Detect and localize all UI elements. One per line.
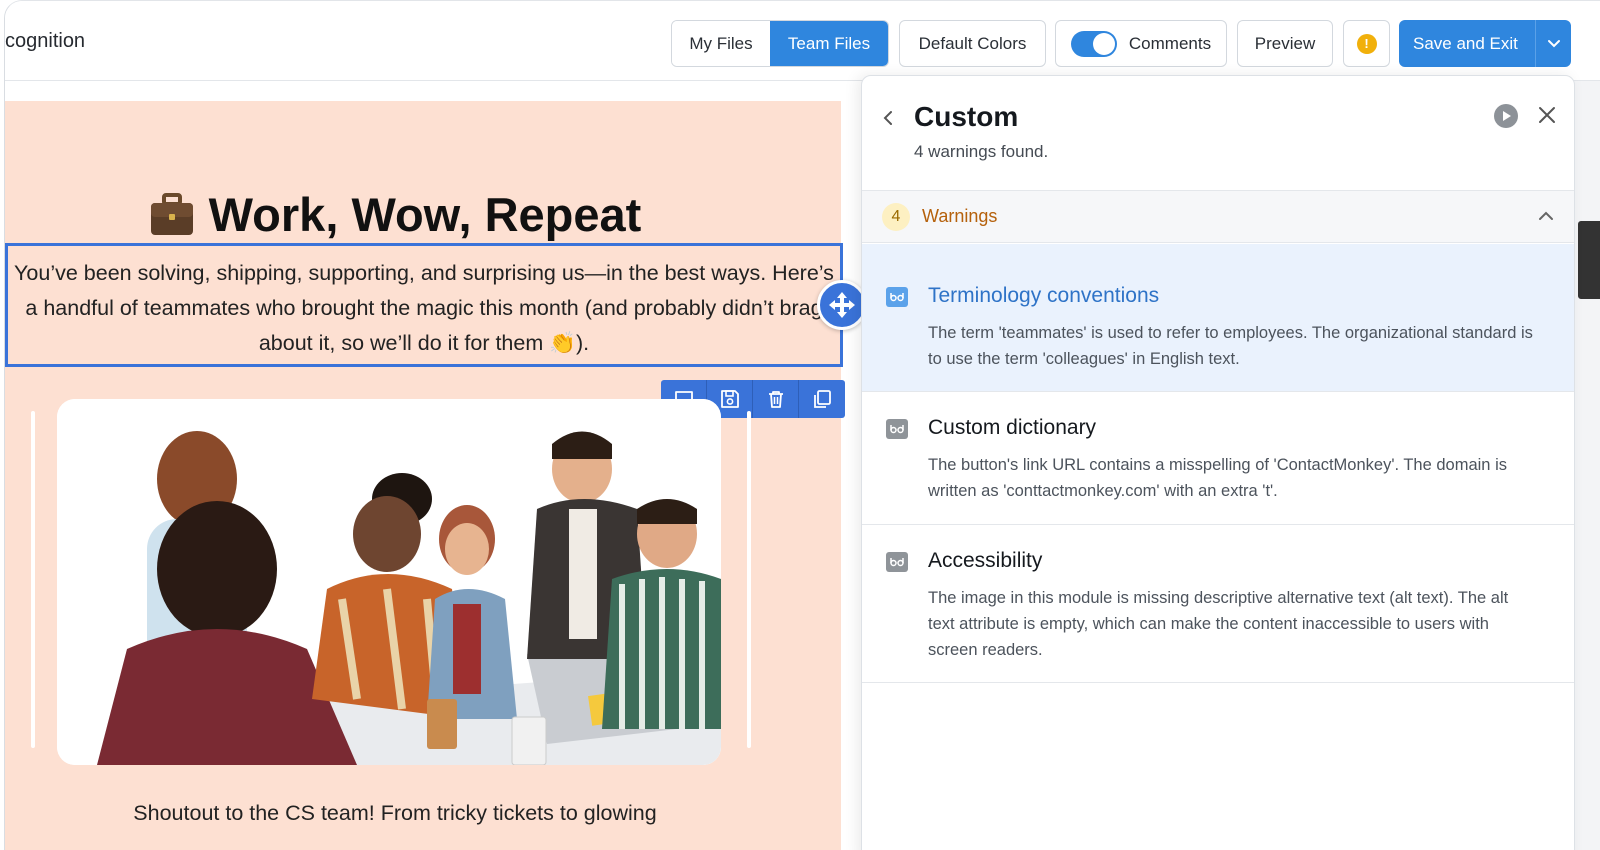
move-handle-icon[interactable] bbox=[817, 280, 867, 330]
body-text: You’ve been solving, shipping, supportin… bbox=[14, 261, 834, 355]
warning-title: Custom dictionary bbox=[928, 416, 1097, 439]
chevron-left-icon[interactable] bbox=[882, 109, 894, 132]
warning-description: The image in this module is missing desc… bbox=[928, 589, 1509, 659]
alert-icon: ! bbox=[1356, 33, 1377, 54]
chevron-down-icon[interactable] bbox=[1536, 39, 1571, 49]
preview-button[interactable]: Preview bbox=[1237, 20, 1333, 67]
duplicate-icon[interactable] bbox=[799, 380, 845, 418]
warning-item-accessibility[interactable]: Accessibility The image in this module i… bbox=[862, 525, 1574, 683]
email-canvas: Work, Wow, Repeat You’ve been solving, s… bbox=[5, 101, 867, 850]
warning-title: Accessibility bbox=[928, 549, 1043, 572]
save-and-exit-label: Save and Exit bbox=[1413, 33, 1518, 53]
team-files-tab[interactable]: Team Files bbox=[770, 21, 888, 66]
email-caption[interactable]: Shoutout to the CS team! From tricky tic… bbox=[5, 801, 785, 826]
comments-toggle-switch[interactable] bbox=[1070, 30, 1117, 57]
team-photo-illustration bbox=[57, 399, 721, 765]
spell-check-icon bbox=[886, 419, 908, 439]
image-column-right-rail bbox=[747, 411, 751, 748]
panel-title: Custom bbox=[914, 101, 1019, 132]
warning-description: The button's link URL contains a misspel… bbox=[928, 456, 1507, 500]
spell-check-icon bbox=[886, 287, 908, 307]
warnings-panel: Custom 4 warnings found. 4 Warnings Term… bbox=[861, 75, 1575, 850]
selected-text-block[interactable]: You’ve been solving, shipping, supportin… bbox=[5, 243, 843, 367]
warning-title: Terminology conventions bbox=[928, 284, 1160, 307]
comments-label: Comments bbox=[1128, 33, 1212, 53]
top-bar: cognition My Files Team Files Default Co… bbox=[5, 1, 1600, 81]
image-column-left-rail bbox=[31, 411, 35, 748]
email-headline[interactable]: Work, Wow, Repeat bbox=[5, 187, 785, 248]
default-colors-button[interactable]: Default Colors bbox=[899, 20, 1046, 67]
warnings-section-label: Warnings bbox=[922, 206, 998, 226]
warning-item-terminology[interactable]: Terminology conventions The term 'teamma… bbox=[862, 244, 1574, 392]
warnings-count-badge: 4 bbox=[882, 202, 910, 231]
briefcase-icon bbox=[149, 193, 195, 248]
headline-text: Work, Wow, Repeat bbox=[208, 188, 642, 241]
team-photo[interactable] bbox=[57, 399, 721, 765]
chevron-up-icon[interactable] bbox=[1538, 209, 1554, 227]
close-icon[interactable] bbox=[1536, 104, 1558, 131]
play-icon[interactable] bbox=[1493, 103, 1519, 134]
alert-button[interactable]: ! bbox=[1343, 20, 1390, 67]
comments-toggle-button[interactable]: Comments bbox=[1055, 20, 1227, 67]
warning-item-custom-dictionary[interactable]: Custom dictionary The button's link URL … bbox=[862, 392, 1574, 525]
spell-check-icon bbox=[886, 552, 908, 572]
scrollbar-thumb[interactable] bbox=[1578, 221, 1600, 299]
warning-description: The term 'teammates' is used to refer to… bbox=[928, 324, 1533, 368]
app-window: cognition My Files Team Files Default Co… bbox=[4, 0, 1600, 850]
panel-subtitle: 4 warnings found. bbox=[914, 142, 1049, 161]
app-title: cognition bbox=[5, 30, 86, 52]
files-segmented-control: My Files Team Files bbox=[671, 20, 889, 67]
trash-icon[interactable] bbox=[753, 380, 799, 418]
save-and-exit-button[interactable]: Save and Exit bbox=[1399, 20, 1571, 67]
warnings-accordion-header[interactable]: 4 Warnings bbox=[862, 191, 1574, 243]
my-files-tab[interactable]: My Files bbox=[672, 21, 770, 66]
panel-header: Custom 4 warnings found. bbox=[862, 76, 1574, 191]
